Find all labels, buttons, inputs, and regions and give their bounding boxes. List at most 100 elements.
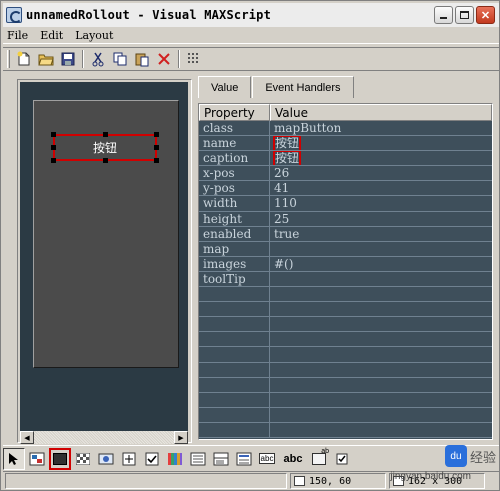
new-icon	[17, 51, 30, 66]
property-name: caption	[199, 151, 270, 167]
colorpicker-control-button[interactable]	[164, 448, 186, 470]
groupbox-control-button[interactable]: ab	[308, 448, 330, 470]
property-name: width	[199, 196, 270, 212]
menu-edit[interactable]: Edit	[34, 29, 69, 42]
title-bar[interactable]: unnamedRollout - Visual MAXScript ✕	[3, 3, 499, 27]
menu-file[interactable]: File	[3, 29, 34, 42]
property-name: map	[199, 241, 270, 257]
property-value-cell[interactable]: mapButton	[270, 121, 492, 137]
maximize-button[interactable]	[455, 6, 474, 24]
property-name: name	[199, 136, 270, 152]
close-button[interactable]: ✕	[476, 6, 495, 24]
property-value-cell[interactable]: 按钮	[270, 136, 492, 152]
bitmap-icon	[29, 452, 45, 465]
property-name: toolTip	[199, 271, 270, 288]
main-toolbar	[3, 47, 499, 71]
edittext-control-button[interactable]: abc	[256, 448, 278, 470]
selection-handle[interactable]	[51, 145, 56, 150]
listbox-control-button[interactable]	[233, 448, 255, 470]
colorpicker-icon	[168, 452, 182, 465]
column-header-value[interactable]: Value	[270, 104, 492, 121]
select-tool-button[interactable]	[3, 447, 25, 470]
property-row[interactable]: height 25	[199, 211, 492, 227]
horizontal-scrollbar[interactable]: ◀ ▶	[20, 431, 188, 444]
property-row[interactable]: toolTip	[199, 271, 492, 288]
maxscript-app-icon[interactable]	[6, 7, 22, 23]
pickbutton-control-button[interactable]	[118, 448, 140, 470]
map-button-control[interactable]: 按钮	[51, 132, 159, 163]
minimize-button[interactable]	[434, 6, 453, 24]
property-value-cell[interactable]: 110	[270, 196, 492, 212]
property-value-cell[interactable]: 26	[270, 166, 492, 182]
property-value-cell[interactable]	[270, 272, 492, 288]
empty-cell	[270, 363, 492, 378]
property-name: x-pos	[199, 166, 270, 182]
property-row[interactable]: x-pos 26	[199, 166, 492, 182]
scroll-left-button[interactable]: ◀	[20, 431, 34, 444]
copy-button[interactable]	[109, 49, 131, 69]
property-row[interactable]: enabled true	[199, 226, 492, 242]
selection-handle[interactable]	[154, 132, 159, 137]
bitmap-control-button[interactable]	[26, 448, 48, 470]
button-control-button[interactable]	[49, 447, 71, 470]
property-value-cell[interactable]: 41	[270, 181, 492, 197]
property-row[interactable]: class mapButton	[199, 121, 492, 137]
arrow-right-icon: ▶	[178, 434, 184, 442]
property-row[interactable]: caption 按钮	[199, 151, 492, 167]
tab-value[interactable]: Value	[198, 76, 252, 98]
checkbox-control-button[interactable]	[331, 448, 353, 470]
tab-event-handlers[interactable]: Event Handlers	[252, 76, 354, 98]
label-control-button[interactable]: abc	[279, 448, 307, 470]
menu-layout[interactable]: Layout	[69, 29, 119, 42]
status-message	[5, 473, 287, 489]
property-value-cell[interactable]: true	[270, 227, 492, 242]
property-row[interactable]: map	[199, 241, 492, 257]
save-button[interactable]	[57, 49, 79, 69]
mapbutton-control-button[interactable]	[72, 448, 94, 470]
property-row[interactable]: y-pos 41	[199, 181, 492, 197]
watermark-text: 经验	[469, 449, 496, 465]
rollout-canvas[interactable]: 按钮	[33, 100, 179, 368]
property-row[interactable]: name 按钮	[199, 136, 492, 152]
scroll-right-button[interactable]: ▶	[174, 431, 188, 444]
property-value-cell[interactable]: 按钮	[270, 151, 492, 167]
cut-icon	[92, 52, 104, 67]
empty-cell	[199, 392, 270, 408]
column-header-property[interactable]: Property	[199, 104, 270, 121]
paste-button[interactable]	[131, 49, 153, 69]
property-value-cell[interactable]	[270, 242, 492, 257]
property-row[interactable]: width 110	[199, 196, 492, 212]
selection-handle[interactable]	[103, 132, 108, 137]
empty-cell	[199, 407, 270, 423]
property-rows: class mapButton name 按钮 caption 按钮 x-pos 26 y-po…	[199, 121, 492, 438]
empty-cell	[270, 393, 492, 408]
empty-row	[199, 302, 492, 318]
arrow-left-icon: ◀	[24, 434, 30, 442]
delete-button[interactable]	[153, 49, 175, 69]
materialbutton-control-button[interactable]	[95, 448, 117, 470]
scroll-track[interactable]	[34, 431, 174, 444]
selection-handle[interactable]	[154, 158, 159, 163]
baidu-watermark: du 经验	[444, 445, 496, 467]
selection-handle[interactable]	[103, 158, 108, 163]
property-value: true	[274, 226, 300, 241]
selection-handle[interactable]	[51, 158, 56, 163]
dropdownlist-control-button[interactable]	[210, 448, 232, 470]
toolbar-grip[interactable]	[7, 50, 10, 68]
selection-handle[interactable]	[51, 132, 56, 137]
combobox-control-button[interactable]	[187, 448, 209, 470]
button-control-icon	[53, 452, 67, 465]
selection-handle[interactable]	[154, 145, 159, 150]
property-grid-header: Property Value	[199, 104, 492, 121]
property-row[interactable]: images #()	[199, 256, 492, 272]
grid-icon	[188, 53, 198, 63]
copy-icon	[113, 52, 127, 66]
new-button[interactable]	[13, 49, 35, 69]
empty-row	[199, 317, 492, 333]
cut-button[interactable]	[87, 49, 109, 69]
open-button[interactable]	[35, 49, 57, 69]
checkbutton-control-button[interactable]	[141, 448, 163, 470]
grid-button[interactable]	[183, 49, 205, 69]
property-value-cell[interactable]: #()	[270, 257, 492, 272]
property-value-cell[interactable]: 25	[270, 212, 492, 227]
